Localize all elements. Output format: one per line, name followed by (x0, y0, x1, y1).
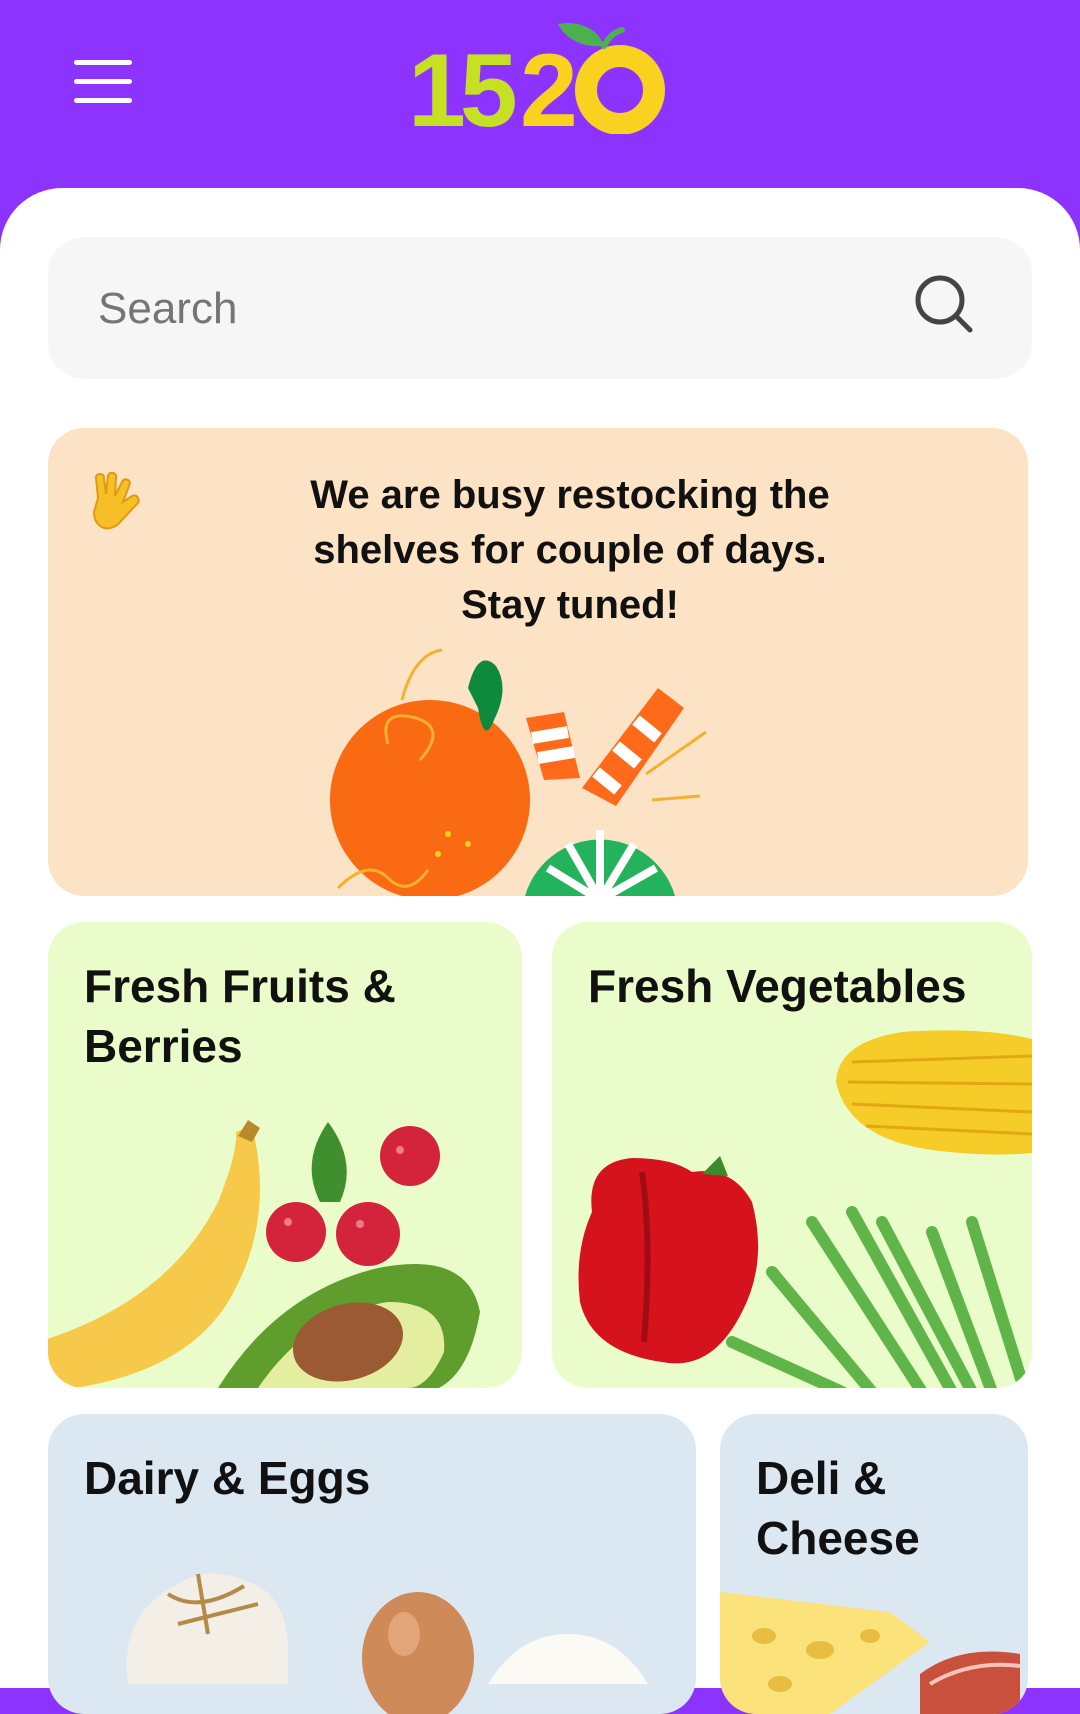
category-title: Fresh Fruits & Berries (84, 956, 396, 1076)
app-logo[interactable]: 15 2 (408, 18, 676, 149)
category-title-line: Fresh Fruits & (84, 960, 396, 1012)
menu-line-icon (74, 79, 132, 84)
search-icon[interactable] (912, 272, 978, 338)
banner-message-line: Stay tuned! (461, 583, 679, 627)
category-card-fruits-berries[interactable]: Fresh Fruits & Berries (48, 922, 522, 1388)
category-title: Deli & Cheese (756, 1448, 920, 1568)
hamburger-menu-button[interactable] (72, 58, 136, 106)
search-input[interactable] (96, 273, 880, 345)
banner-message-line: shelves for couple of days. (313, 528, 827, 572)
category-card-dairy-eggs[interactable]: Dairy & Eggs (48, 1414, 696, 1714)
category-title-line: Fresh Vegetables (588, 960, 967, 1012)
category-title: Dairy & Eggs (84, 1448, 370, 1508)
category-title: Fresh Vegetables (588, 956, 966, 1016)
app-header: 15 2 (0, 0, 1080, 200)
menu-line-icon (74, 98, 132, 103)
category-title-line: Deli & (756, 1452, 887, 1504)
category-title-line: Dairy & Eggs (84, 1452, 371, 1504)
svg-text:15: 15 (408, 33, 515, 134)
search-bar[interactable] (48, 237, 1032, 379)
category-card-vegetables[interactable]: Fresh Vegetables (552, 922, 1032, 1388)
category-title-line: Berries (84, 1020, 243, 1072)
restock-illustration (330, 648, 707, 896)
vulcan-salute-icon (92, 472, 140, 530)
svg-text:2: 2 (520, 33, 574, 134)
category-card-deli-cheese[interactable]: Deli & Cheese (720, 1414, 1028, 1714)
category-title-line: Cheese (756, 1512, 920, 1564)
restocking-banner: We are busy restocking the shelves for c… (48, 428, 1028, 896)
banner-message: We are busy restocking the shelves for c… (228, 468, 912, 633)
logo-graphic: 15 2 (408, 22, 665, 149)
menu-line-icon (74, 60, 132, 65)
banner-message-line: We are busy restocking the (310, 473, 830, 517)
